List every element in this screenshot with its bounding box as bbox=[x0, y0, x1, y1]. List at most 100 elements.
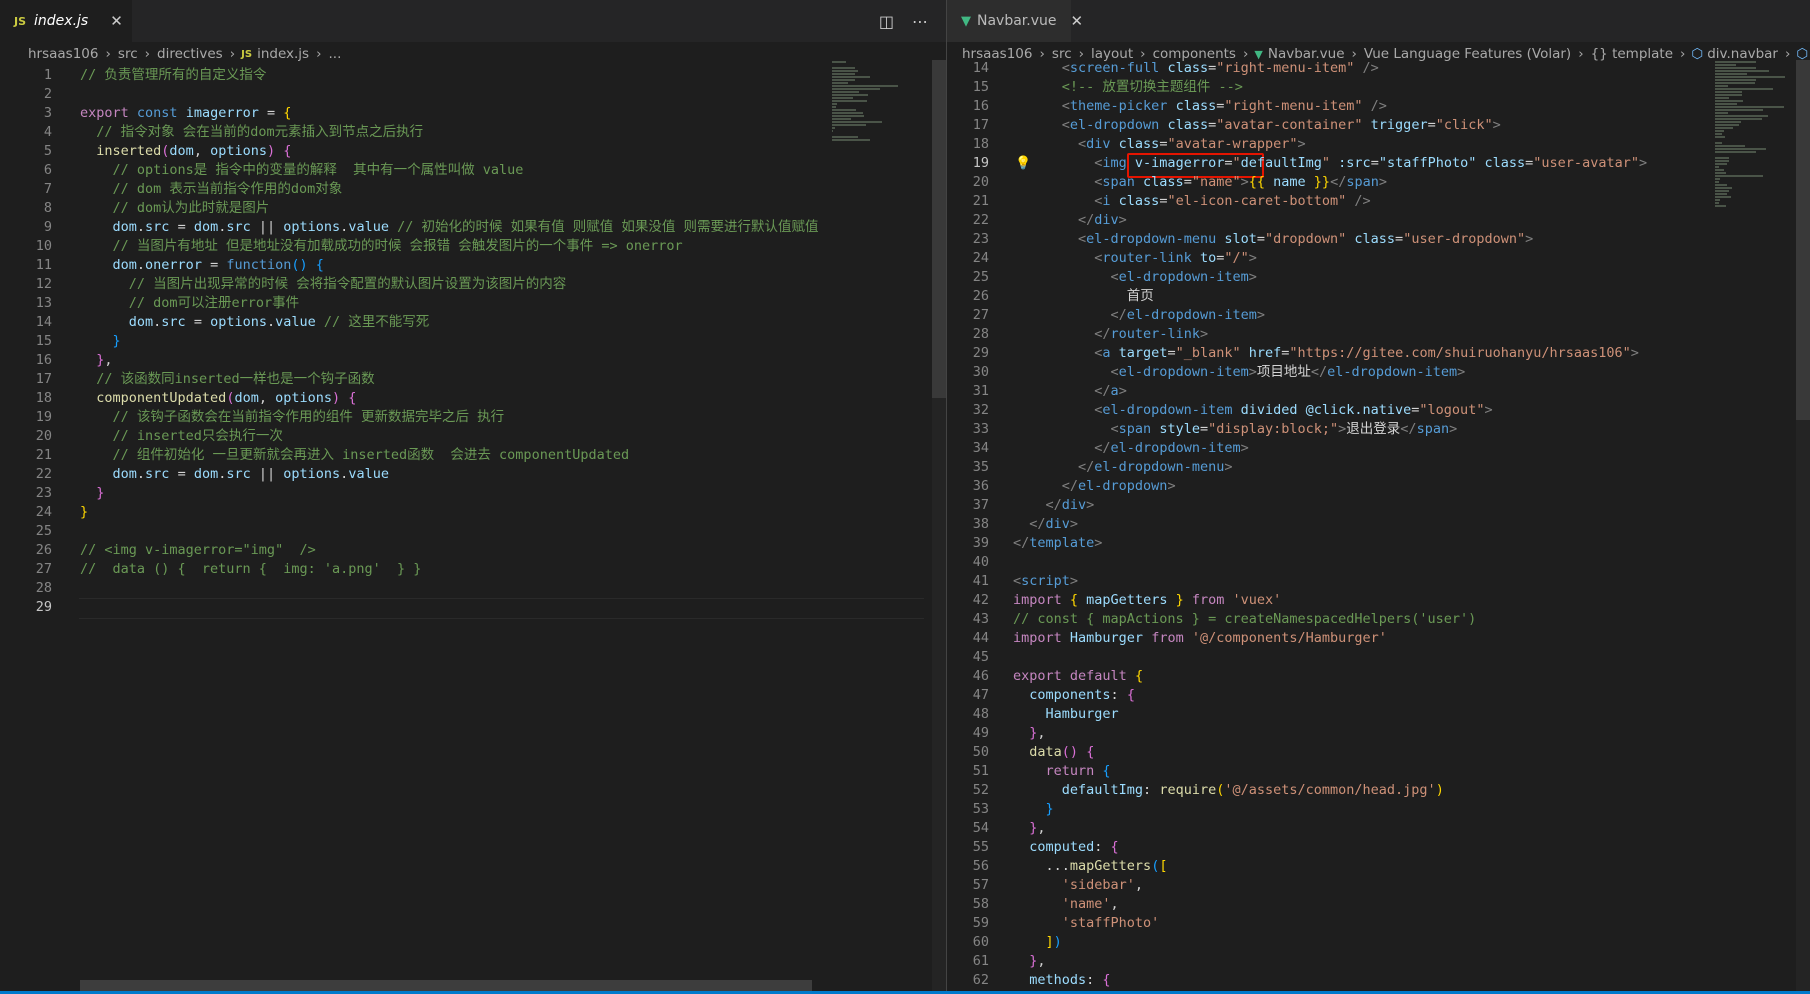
close-icon[interactable]: ✕ bbox=[110, 12, 123, 30]
code-line[interactable]: 19 <img v-imagerror="defaultImg" :src="s… bbox=[947, 154, 1810, 173]
code-line[interactable]: 20 <span class="name">{{ name }}</span> bbox=[947, 173, 1810, 192]
code-line[interactable]: 57 'sidebar', bbox=[947, 876, 1810, 895]
code-line[interactable]: 51 return { bbox=[947, 762, 1810, 781]
code-line[interactable]: 36 </el-dropdown> bbox=[947, 477, 1810, 496]
code-line[interactable]: 14 dom.src = options.value // 这里不能写死 bbox=[0, 313, 946, 332]
code-line[interactable]: 25 <el-dropdown-item> bbox=[947, 268, 1810, 287]
code-line[interactable]: 26 首页 bbox=[947, 287, 1810, 306]
code-line[interactable]: 27 </el-dropdown-item> bbox=[947, 306, 1810, 325]
code-line[interactable]: 54 }, bbox=[947, 819, 1810, 838]
breadcrumb-item[interactable]: directives bbox=[157, 46, 223, 62]
code-line[interactable]: 53 } bbox=[947, 800, 1810, 819]
code-line[interactable]: 43 // const { mapActions } = createNamesp… bbox=[947, 610, 1810, 629]
breadcrumb-item[interactable]: index.js bbox=[257, 46, 309, 62]
code-line[interactable]: 26 // <img v-imagerror="img" /> bbox=[0, 541, 946, 560]
code-editor[interactable]: 1// 负责管理所有的自定义指令 2 3 export const imagerror… bbox=[0, 66, 946, 994]
breadcrumb-item[interactable]: ... bbox=[328, 46, 341, 62]
code-line[interactable]: 28 bbox=[0, 579, 946, 598]
code-line[interactable]: 34 </el-dropdown-item> bbox=[947, 439, 1810, 458]
code-line[interactable]: 30 <el-dropdown-item>项目地址</el-dropdown-i… bbox=[947, 363, 1810, 382]
code-line[interactable]: 28 </router-link> bbox=[947, 325, 1810, 344]
code-line[interactable]: 58 'name', bbox=[947, 895, 1810, 914]
scrollbar-thumb[interactable] bbox=[932, 60, 946, 398]
code-text: </el-dropdown-menu> bbox=[1013, 458, 1232, 477]
code-line[interactable]: 20 // inserted只会执行一次 bbox=[0, 427, 946, 446]
code-line[interactable]: 33 <span style="display:block;">退出登录</sp… bbox=[947, 420, 1810, 439]
code-line[interactable]: 4 // 指令对象 会在当前的dom元素插入到节点之后执行 bbox=[0, 123, 946, 142]
breadcrumb-item[interactable]: src bbox=[118, 46, 138, 62]
code-line[interactable]: 17 // 该函数同inserted一样也是一个钩子函数 bbox=[0, 370, 946, 389]
code-line[interactable]: 61 }, bbox=[947, 952, 1810, 971]
code-line[interactable]: 2 bbox=[0, 85, 946, 104]
code-line[interactable]: 23 <el-dropdown-menu slot="dropdown" cla… bbox=[947, 230, 1810, 249]
code-line[interactable]: 46 export default { bbox=[947, 667, 1810, 686]
code-line[interactable]: 13 // dom可以注册error事件 bbox=[0, 294, 946, 313]
code-line[interactable]: 22 dom.src = dom.src || options.value bbox=[0, 465, 946, 484]
code-line[interactable]: 6 // options是 指令中的变量的解释 其中有一个属性叫做 value bbox=[0, 161, 946, 180]
code-line[interactable]: 25 bbox=[0, 522, 946, 541]
code-token: > bbox=[1248, 250, 1257, 266]
code-line[interactable]: 44 import Hamburger from '@/components/Ha… bbox=[947, 629, 1810, 648]
code-line[interactable]: 41 <script> bbox=[947, 572, 1810, 591]
code-line[interactable]: 14 <screen-full class="right-menu-item" … bbox=[947, 59, 1810, 78]
code-line[interactable]: 12 // 当图片出现异常的时候 会将指令配置的默认图片设置为该图片的内容 bbox=[0, 275, 946, 294]
split-editor-icon[interactable]: ◫ bbox=[879, 12, 894, 31]
code-line[interactable]: 11 dom.onerror = function() { bbox=[0, 256, 946, 275]
code-line[interactable]: 27 // data () { return { img: 'a.png' } } bbox=[0, 560, 946, 579]
code-token: < bbox=[1013, 364, 1119, 380]
code-line[interactable]: 23 } bbox=[0, 484, 946, 503]
code-line[interactable]: 9 dom.src = dom.src || options.value // … bbox=[0, 218, 946, 237]
tab-navbar-vue[interactable]: ▼ Navbar.vue ✕ bbox=[947, 0, 1083, 42]
code-line[interactable]: 42 import { mapGetters } from 'vuex' bbox=[947, 591, 1810, 610]
code-line[interactable]: 32 <el-dropdown-item divided @click.nati… bbox=[947, 401, 1810, 420]
code-line[interactable]: 49 }, bbox=[947, 724, 1810, 743]
breadcrumb-item[interactable]: hrsaas106 bbox=[28, 46, 99, 62]
code-line[interactable]: 16 <theme-picker class="right-menu-item"… bbox=[947, 97, 1810, 116]
code-line[interactable]: 45 bbox=[947, 648, 1810, 667]
code-line[interactable]: 52 defaultImg: require('@/assets/common/… bbox=[947, 781, 1810, 800]
code-line[interactable]: 56 ...mapGetters([ bbox=[947, 857, 1810, 876]
code-line[interactable]: 5 inserted(dom, options) { bbox=[0, 142, 946, 161]
code-line[interactable]: 35 </el-dropdown-menu> bbox=[947, 458, 1810, 477]
code-line[interactable]: 18 componentUpdated(dom, options) { bbox=[0, 389, 946, 408]
more-actions-icon[interactable]: ⋯ bbox=[912, 12, 928, 31]
code-line[interactable]: 39 </template> bbox=[947, 534, 1810, 553]
code-line[interactable]: 19 // 该钩子函数会在当前指令作用的组件 更新数据完毕之后 执行 bbox=[0, 408, 946, 427]
code-line[interactable]: 47 components: { bbox=[947, 686, 1810, 705]
code-line[interactable]: 60 ]) bbox=[947, 933, 1810, 952]
code-line[interactable]: 7 // dom 表示当前指令作用的dom对象 bbox=[0, 180, 946, 199]
code-line[interactable]: 37 </div> bbox=[947, 496, 1810, 515]
code-line[interactable]: 21 // 组件初始化 一旦更新就会再进入 inserted函数 会进去 com… bbox=[0, 446, 946, 465]
code-line[interactable]: 38 </div> bbox=[947, 515, 1810, 534]
code-line[interactable]: 3 export const imagerror = { bbox=[0, 104, 946, 123]
code-line[interactable]: 40 bbox=[947, 553, 1810, 572]
minimap[interactable] bbox=[832, 60, 932, 994]
code-line[interactable]: 24 <router-link to="/"> bbox=[947, 249, 1810, 268]
code-line[interactable]: 15 <!-- 放置切换主题组件 --> bbox=[947, 78, 1810, 97]
code-line[interactable]: 1 // 负责管理所有的自定义指令 bbox=[0, 66, 946, 85]
code-line[interactable]: 17 <el-dropdown class="avatar-container"… bbox=[947, 116, 1810, 135]
code-line[interactable]: 31 </a> bbox=[947, 382, 1810, 401]
vertical-scrollbar[interactable] bbox=[932, 60, 946, 994]
code-line[interactable]: 62 methods: { bbox=[947, 971, 1810, 990]
code-line[interactable]: 18 <div class="avatar-wrapper"> bbox=[947, 135, 1810, 154]
tab-index-js[interactable]: JS index.js ✕ bbox=[0, 0, 132, 42]
code-line[interactable]: 55 computed: { bbox=[947, 838, 1810, 857]
code-line[interactable]: 16 }, bbox=[0, 351, 946, 370]
code-line[interactable]: 22 </div> bbox=[947, 211, 1810, 230]
code-line[interactable]: 29 <a target="_blank" href="https://gite… bbox=[947, 344, 1810, 363]
vertical-scrollbar[interactable] bbox=[1796, 60, 1810, 994]
code-line[interactable]: 50 data() { bbox=[947, 743, 1810, 762]
code-line[interactable]: 59 'staffPhoto' bbox=[947, 914, 1810, 933]
scrollbar-thumb[interactable] bbox=[1796, 60, 1810, 420]
code-editor[interactable]: 💡 14 <screen-full class="right-menu-item… bbox=[947, 59, 1810, 994]
code-line[interactable]: 29 bbox=[0, 598, 946, 617]
code-line[interactable]: 10 // 当图片有地址 但是地址没有加载成功的时候 会报错 会触发图片的一个事… bbox=[0, 237, 946, 256]
code-text: <el-dropdown class="avatar-container" tr… bbox=[1013, 116, 1501, 135]
code-line[interactable]: 15 } bbox=[0, 332, 946, 351]
code-line[interactable]: 21 <i class="el-icon-caret-bottom" /> bbox=[947, 192, 1810, 211]
close-icon[interactable]: ✕ bbox=[1071, 12, 1084, 30]
code-line[interactable]: 48 Hamburger bbox=[947, 705, 1810, 724]
code-line[interactable]: 8 // dom认为此时就是图片 bbox=[0, 199, 946, 218]
code-line[interactable]: 24} bbox=[0, 503, 946, 522]
